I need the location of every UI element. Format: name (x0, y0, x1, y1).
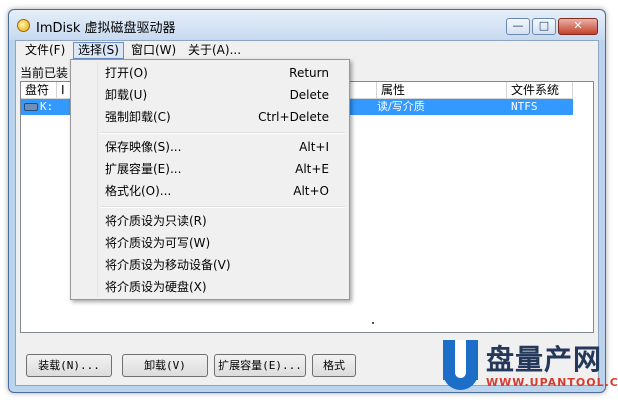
mount-button[interactable]: 装载(N)... (26, 354, 112, 377)
format-button[interactable]: 格式 (312, 354, 356, 377)
menu-select[interactable]: 选择(S) (73, 42, 124, 59)
watermark-logo: 盘量产网 WWW.UPANTOOL.COM (440, 336, 618, 398)
menu-item-set-writable[interactable]: 将介质设为可写(W) (73, 232, 347, 254)
title-bar[interactable]: ImDisk 虚拟磁盘驱动器 — □ ✕ (9, 10, 605, 40)
drive-letter-cell: K: (40, 100, 54, 113)
extend-size-button[interactable]: 扩展容量(E)... (214, 354, 306, 377)
menu-about[interactable]: 关于(A)... (184, 42, 245, 59)
column-attributes[interactable]: 属性 (377, 82, 507, 99)
column-filesystem[interactable]: 文件系统 (507, 82, 573, 99)
select-dropdown-menu: 打开(O) Return 卸载(U) Delete 强制卸载(C) Ctrl+D… (70, 59, 350, 300)
unmount-button[interactable]: 卸载(V) (122, 354, 208, 377)
app-icon (17, 19, 30, 32)
menu-item-set-removable[interactable]: 将介质设为移动设备(V) (73, 254, 347, 276)
mounted-devices-label: 当前已装 (20, 66, 69, 80)
u-logo-icon (440, 340, 488, 392)
column-drive-letter[interactable]: 盘符 (21, 82, 57, 99)
drive-icon (24, 103, 38, 111)
minimize-button[interactable]: — (506, 18, 530, 35)
maximize-button[interactable]: □ (532, 18, 556, 35)
watermark-url: WWW.UPANTOOL.COM (486, 376, 618, 389)
menu-item-save-image[interactable]: 保存映像(S)... Alt+I (73, 136, 347, 158)
filesystem-cell: NTFS (511, 100, 538, 113)
menu-item-format[interactable]: 格式化(O)... Alt+O (73, 180, 347, 202)
menu-item-extend-size[interactable]: 扩展容量(E)... Alt+E (73, 158, 347, 180)
attributes-cell: 读/写介质 (377, 100, 425, 113)
menu-window[interactable]: 窗口(W) (127, 42, 180, 59)
menu-item-force-unmount[interactable]: 强制卸载(C) Ctrl+Delete (73, 106, 347, 128)
menu-separator (101, 206, 345, 208)
mouse-cursor-dot (372, 322, 374, 324)
menu-bar: 文件(F) 选择(S) 窗口(W) 关于(A)... (16, 41, 598, 61)
menu-file[interactable]: 文件(F) (21, 42, 69, 59)
window-title: ImDisk 虚拟磁盘驱动器 (36, 21, 176, 36)
menu-item-open[interactable]: 打开(O) Return (73, 62, 347, 84)
menu-separator (101, 132, 345, 134)
menu-item-set-fixed-disk[interactable]: 将介质设为硬盘(X) (73, 276, 347, 298)
watermark-name: 盘量产网 (486, 343, 603, 376)
close-button[interactable]: ✕ (558, 18, 598, 35)
menu-item-set-readonly[interactable]: 将介质设为只读(R) (73, 210, 347, 232)
menu-item-unmount[interactable]: 卸载(U) Delete (73, 84, 347, 106)
